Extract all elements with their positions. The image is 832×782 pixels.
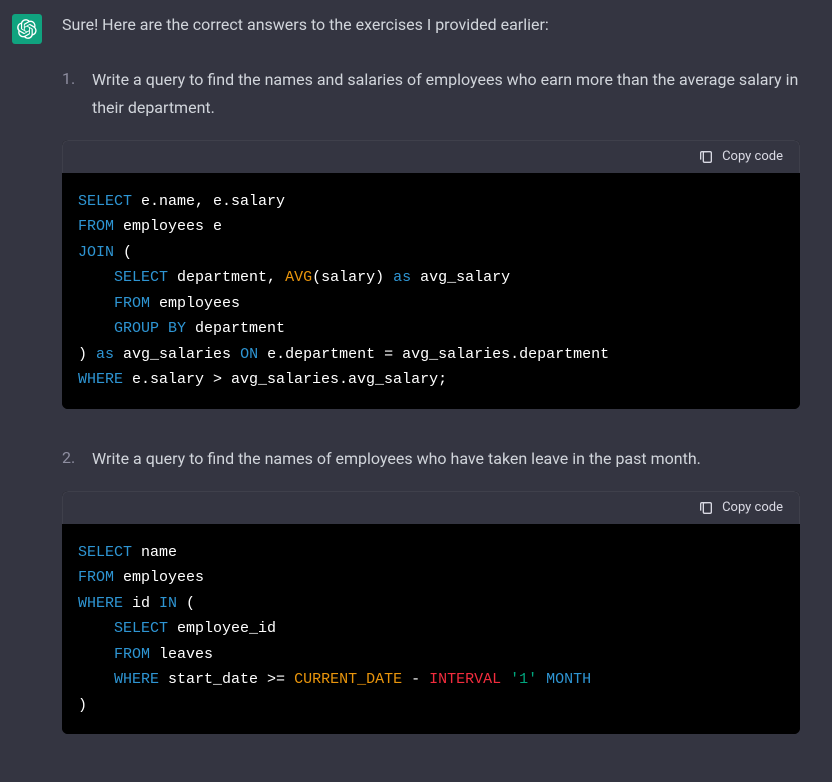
list-text: Write a query to find the names and sala…	[92, 66, 800, 122]
message-content: Sure! Here are the correct answers to th…	[62, 12, 820, 770]
list-text: Write a query to find the names of emplo…	[92, 445, 701, 473]
chat-message: Sure! Here are the correct answers to th…	[0, 0, 832, 782]
copy-label: Copy code	[722, 500, 783, 515]
list-number: 1.	[62, 66, 78, 122]
intro-text: Sure! Here are the correct answers to th…	[62, 12, 800, 38]
code-body[interactable]: SELECT name FROM employees WHERE id IN (…	[62, 524, 800, 735]
assistant-avatar	[12, 14, 42, 44]
list-number: 2.	[62, 445, 78, 473]
code-header: Copy code	[62, 140, 800, 173]
openai-icon	[17, 19, 37, 39]
code-header: Copy code	[62, 491, 800, 524]
code-body[interactable]: SELECT e.name, e.salary FROM employees e…	[62, 173, 800, 409]
clipboard-icon	[698, 500, 714, 516]
copy-code-button[interactable]: Copy code	[698, 149, 783, 165]
list-item: 2. Write a query to find the names of em…	[62, 445, 800, 473]
clipboard-icon	[698, 149, 714, 165]
list-item: 1. Write a query to find the names and s…	[62, 66, 800, 122]
code-block: Copy code SELECT e.name, e.salary FROM e…	[62, 140, 800, 409]
code-block: Copy code SELECT name FROM employees WHE…	[62, 491, 800, 735]
copy-label: Copy code	[722, 149, 783, 164]
copy-code-button[interactable]: Copy code	[698, 500, 783, 516]
